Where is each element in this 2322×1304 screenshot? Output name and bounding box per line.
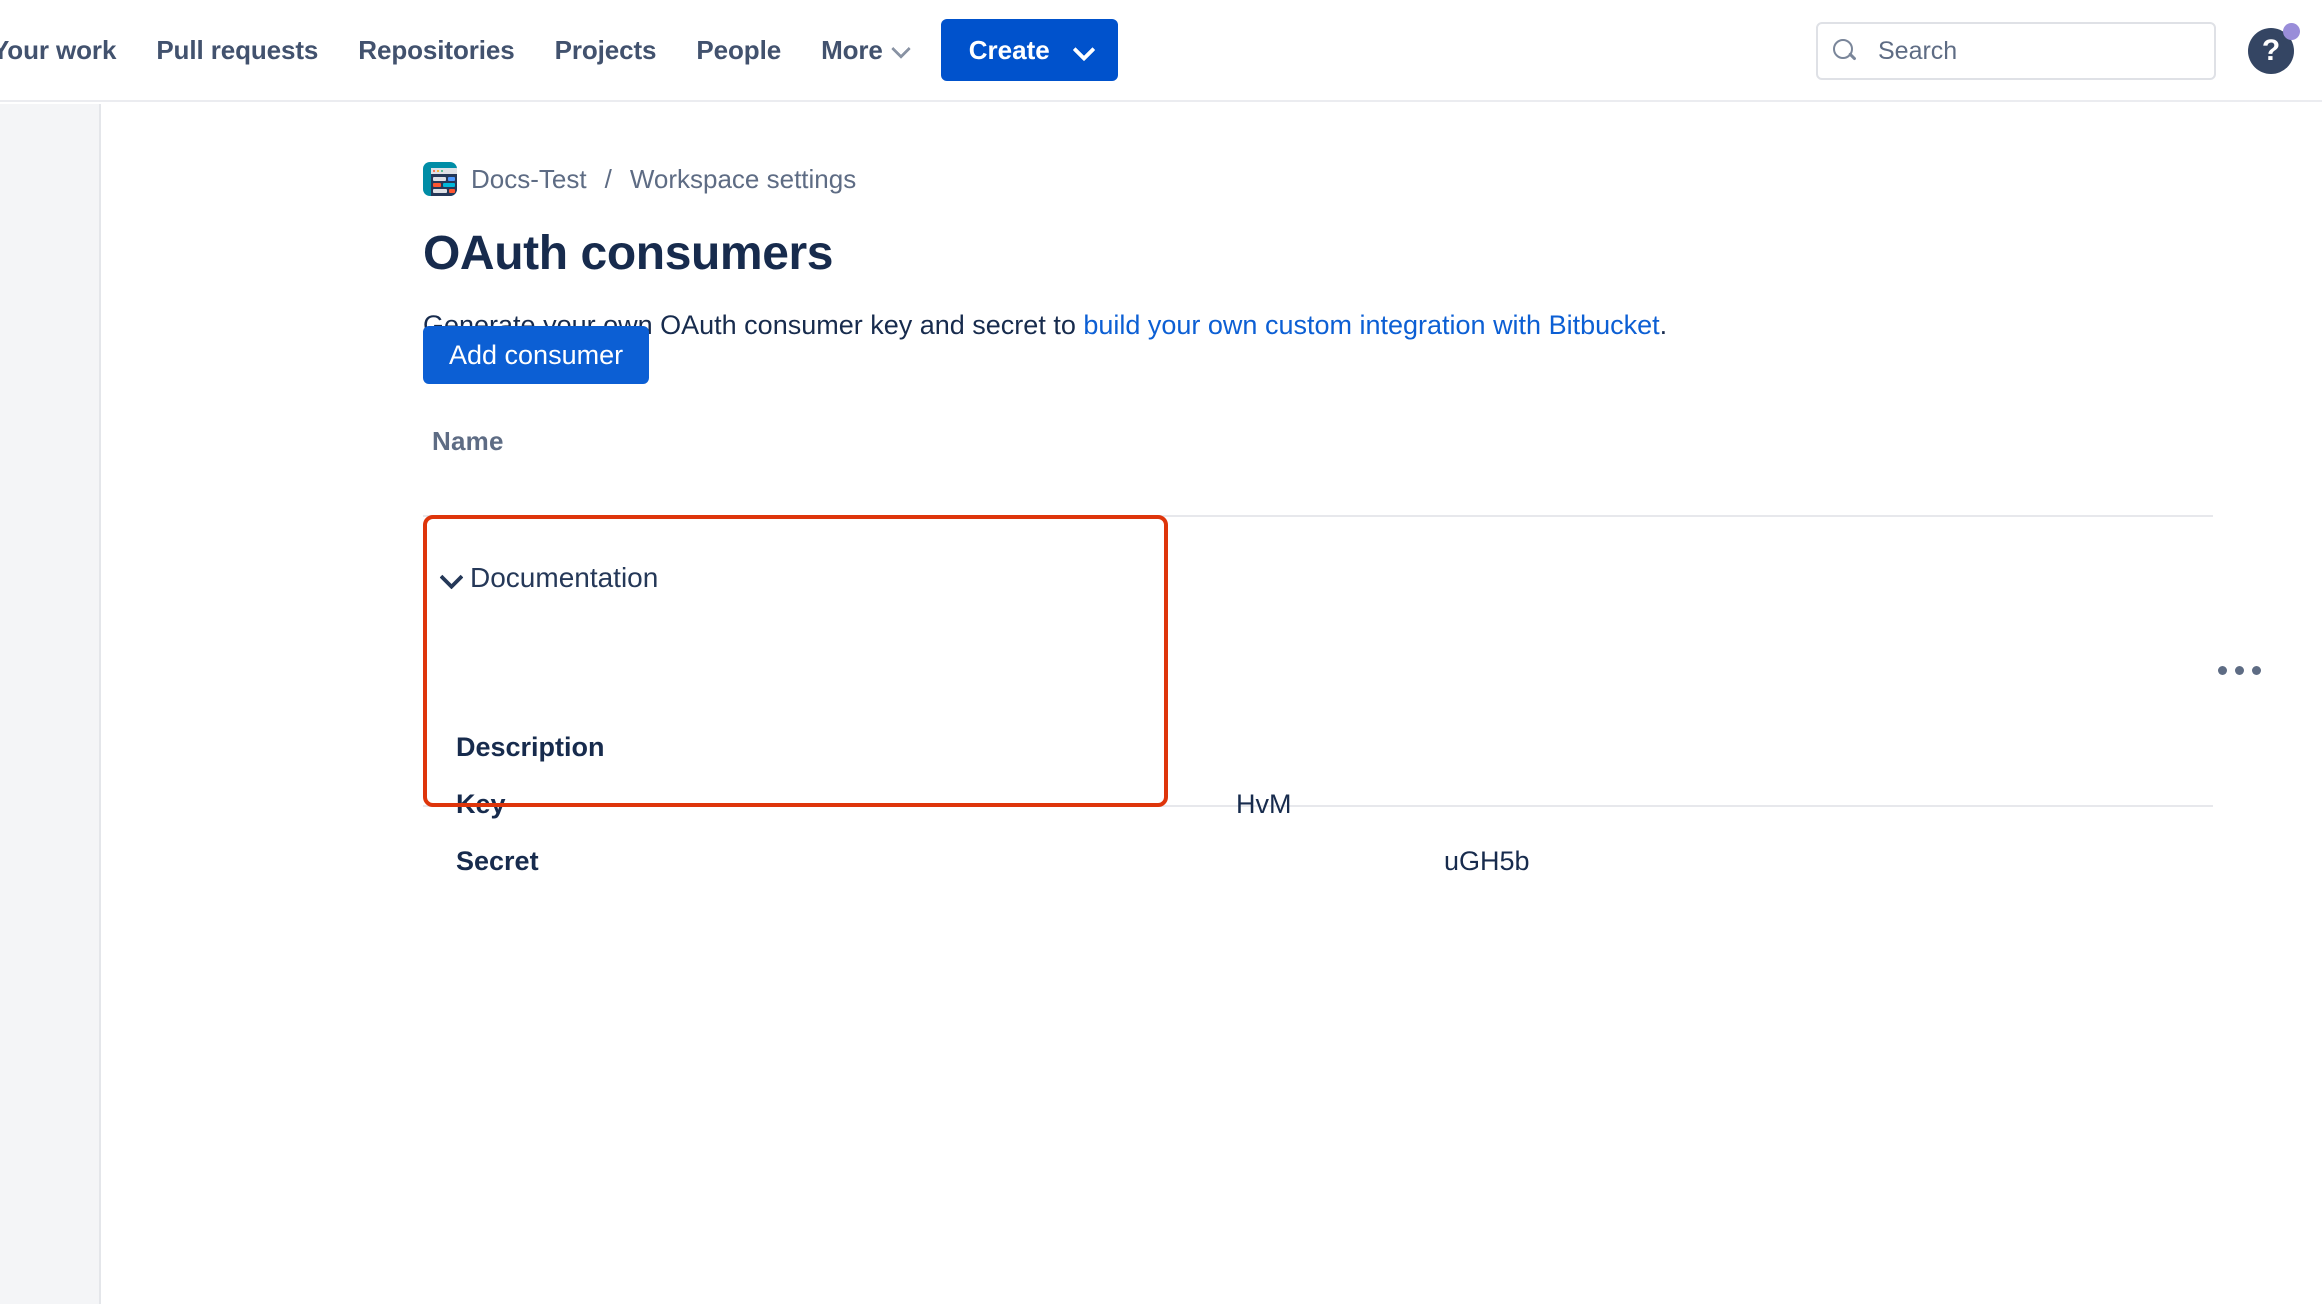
help-icon-glyph: ? bbox=[2261, 34, 2281, 67]
consumer-detail-description: Description bbox=[456, 732, 1156, 766]
nav-item-pull-requests[interactable]: Pull requests bbox=[136, 0, 338, 100]
help-button[interactable]: ? bbox=[2248, 23, 2300, 74]
nav-item-more[interactable]: More bbox=[801, 0, 919, 100]
detail-label: Secret bbox=[456, 846, 539, 876]
nav-right-cluster: ? bbox=[1816, 0, 2322, 102]
table-column-header-name: Name bbox=[432, 426, 504, 456]
top-navigation-bar: Your work Pull requests Repositories Pro… bbox=[0, 0, 2322, 102]
detail-label: Key bbox=[456, 789, 506, 819]
table-row-separator-top bbox=[423, 515, 2213, 517]
nav-item-people[interactable]: People bbox=[676, 0, 801, 100]
main-content: Docs-Test / Workspace settings OAuth con… bbox=[103, 104, 2322, 1304]
add-consumer-button[interactable]: Add consumer bbox=[423, 326, 650, 384]
detail-label: Description bbox=[456, 732, 605, 762]
left-sidebar bbox=[0, 104, 101, 1304]
chevron-down-icon[interactable] bbox=[440, 567, 462, 589]
nav-item-repositories[interactable]: Repositories bbox=[338, 0, 534, 100]
page-title: OAuth consumers bbox=[423, 227, 834, 281]
nav-item-label: Repositories bbox=[358, 34, 515, 65]
breadcrumb-current-page[interactable]: Workspace settings bbox=[630, 164, 856, 195]
detail-value: HvM bbox=[1236, 789, 1292, 819]
chevron-down-icon bbox=[893, 42, 909, 58]
detail-value: uGH5b bbox=[1444, 846, 1530, 876]
build-integration-link[interactable]: build your own custom integration with B… bbox=[1083, 310, 1659, 340]
nav-item-your-work[interactable]: Your work bbox=[0, 0, 136, 100]
create-button-label: Create bbox=[968, 34, 1050, 65]
search-icon bbox=[1832, 38, 1858, 64]
nav-item-projects[interactable]: Projects bbox=[535, 0, 677, 100]
chevron-down-icon bbox=[1076, 42, 1092, 58]
nav-item-label: Pull requests bbox=[156, 34, 319, 65]
breadcrumb-separator: / bbox=[604, 163, 612, 194]
table-row[interactable]: Documentation bbox=[440, 562, 658, 594]
primary-nav-links: Your work Pull requests Repositories Pro… bbox=[0, 0, 1118, 100]
page-description-suffix: . bbox=[1659, 310, 1668, 340]
consumer-detail-secret: Secret uGH5b bbox=[456, 846, 1530, 880]
nav-item-label: Your work bbox=[0, 34, 117, 65]
breadcrumb-workspace-link[interactable]: Docs-Test bbox=[471, 164, 587, 195]
search-box[interactable] bbox=[1816, 22, 2216, 80]
nav-item-label: Projects bbox=[554, 34, 657, 65]
consumer-name-label: Documentation bbox=[470, 562, 659, 593]
notification-badge-dot bbox=[2283, 23, 2300, 40]
breadcrumb: Docs-Test / Workspace settings bbox=[423, 160, 856, 198]
search-input[interactable] bbox=[1876, 35, 2200, 67]
consumer-detail-key: Key HvM bbox=[456, 789, 1292, 823]
more-options-icon[interactable] bbox=[2213, 651, 2265, 689]
nav-item-label: People bbox=[696, 34, 782, 65]
workspace-avatar-icon bbox=[423, 162, 457, 196]
nav-item-label: More bbox=[821, 34, 883, 65]
create-button[interactable]: Create bbox=[940, 19, 1118, 81]
